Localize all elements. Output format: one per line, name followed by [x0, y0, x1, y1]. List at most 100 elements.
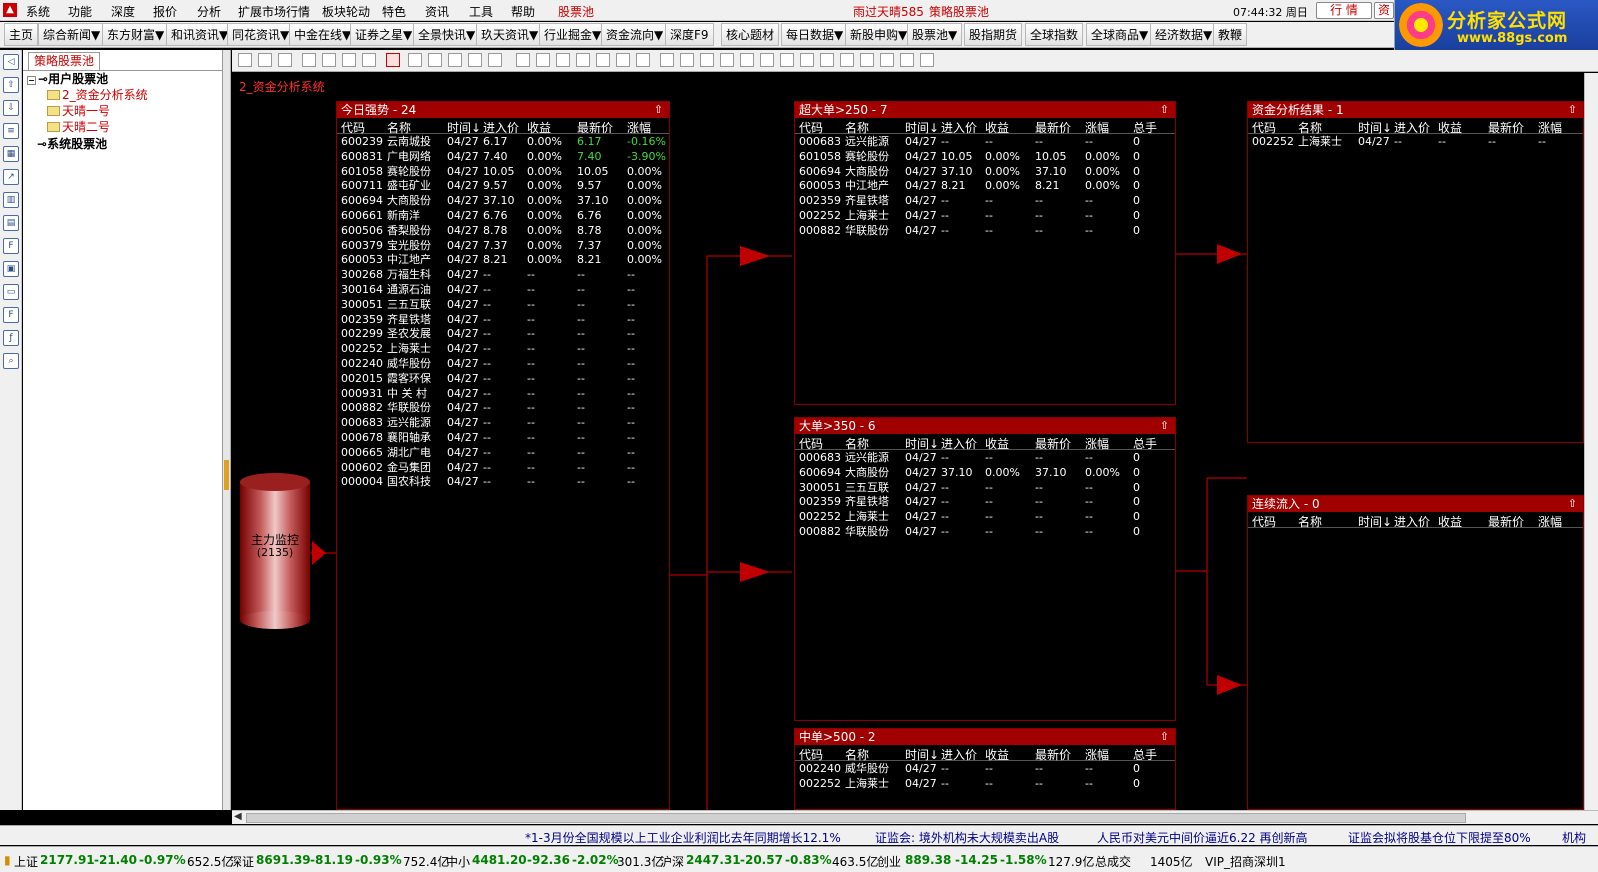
- open-icon[interactable]: [258, 53, 272, 67]
- panel-header[interactable]: 连续流入 - 0 ⇧: [1248, 496, 1583, 512]
- main-monitor-node[interactable]: 主力监控 (2135): [240, 473, 310, 630]
- table-row[interactable]: 002359 齐星铁塔 04/27 -- -- -- -- 0: [795, 494, 1175, 509]
- table-row[interactable]: 300051 三五互联 04/27 -- -- -- --: [337, 297, 669, 312]
- menu-item[interactable]: 分析: [197, 3, 221, 20]
- nav-item[interactable]: 全球指数: [1025, 23, 1084, 46]
- copy-icon[interactable]: [488, 53, 502, 67]
- tree-node-pool-item[interactable]: 天晴一号: [47, 102, 110, 119]
- new-doc-icon[interactable]: [238, 53, 252, 67]
- table-row[interactable]: 000683 远兴能源 04/27 -- -- -- -- 0: [795, 450, 1175, 465]
- table-row[interactable]: 600831 广电网络 04/27 7.40 0.00% 7.40 -3.90%: [337, 149, 669, 164]
- nav-item[interactable]: 综合新闻▼: [38, 23, 106, 46]
- menu-item[interactable]: 特色: [382, 3, 406, 20]
- polygon-tool-icon[interactable]: [636, 53, 650, 67]
- maximize-icon[interactable]: ⇧: [1160, 418, 1169, 434]
- align-icon[interactable]: [900, 53, 914, 67]
- table-row[interactable]: 002359 齐星铁塔 04/27 -- -- -- -- 0: [795, 193, 1175, 208]
- align-icon[interactable]: [700, 53, 714, 67]
- maximize-icon[interactable]: ⇧: [654, 102, 663, 118]
- text-tool-icon[interactable]: [516, 53, 530, 67]
- ticker-item[interactable]: 机构: [1562, 829, 1586, 846]
- line-tool-icon[interactable]: [536, 53, 550, 67]
- search-icon[interactable]: ⌕: [3, 353, 19, 369]
- up-arrow-icon[interactable]: ⇧: [3, 77, 19, 93]
- scroll-left-icon[interactable]: ◀: [234, 811, 242, 822]
- table-row[interactable]: 600711 盛屯矿业 04/27 9.57 0.00% 9.57 0.00%: [337, 178, 669, 193]
- pointer-icon[interactable]: [386, 53, 400, 67]
- align-icon[interactable]: [800, 53, 814, 67]
- table-row[interactable]: 600694 大商股份 04/27 37.10 0.00% 37.10 0.00%: [337, 193, 669, 208]
- nav-item[interactable]: 全景快讯▼: [413, 23, 481, 46]
- column-header[interactable]: 最新价: [1488, 513, 1524, 530]
- back-arrow-icon[interactable]: ◁: [3, 54, 19, 70]
- panel-today-strong[interactable]: 今日强势 - 24 ⇧ 代码 名称 时间↓ 进入价 收益 最新价 涨幅 600239 云南城投 04/…: [336, 101, 670, 810]
- bar-chart-icon[interactable]: ▥: [3, 192, 19, 208]
- shape-icon[interactable]: [448, 53, 462, 67]
- panel-large-order[interactable]: 大单>350 - 6 ⇧ 代码 名称 时间↓ 进入价 收益 最新价 涨幅 总手 000683 远兴能源…: [794, 417, 1176, 721]
- report-icon[interactable]: ▣: [3, 261, 19, 277]
- align-icon[interactable]: [680, 53, 694, 67]
- ticker-item[interactable]: 人民币对美元中间价逼近6.22 再创新高: [1097, 829, 1308, 846]
- align-icon[interactable]: [780, 53, 794, 67]
- nav-item[interactable]: 和讯资讯▼: [166, 23, 234, 46]
- column-header[interactable]: 涨幅: [1538, 513, 1562, 530]
- f10-icon[interactable]: F: [3, 238, 19, 254]
- active-tab-stock-pool[interactable]: 股票池: [558, 3, 594, 20]
- nav-item[interactable]: 经济数据▼: [1150, 23, 1218, 46]
- vertical-scrollbar[interactable]: [1584, 73, 1598, 810]
- panel-header[interactable]: 大单>350 - 6 ⇧: [795, 418, 1175, 434]
- nav-item[interactable]: 证券之星▼: [350, 23, 418, 46]
- nav-item[interactable]: 全球商品▼: [1086, 23, 1154, 46]
- panel-analysis-result[interactable]: 资金分析结果 - 1 ⇧ 代码 名称 时间↓ 进入价 收益 最新价 涨幅 002252 上海莱士 04…: [1247, 101, 1584, 443]
- maximize-icon[interactable]: ⇧: [1160, 102, 1169, 118]
- align-icon[interactable]: [880, 53, 894, 67]
- table-row[interactable]: 000683 远兴能源 04/27 -- -- -- -- 0: [795, 134, 1175, 149]
- tab-strategy-pool[interactable]: 策略股票池: [28, 52, 100, 70]
- horizontal-scrollbar[interactable]: ◀: [232, 810, 1598, 824]
- table-row[interactable]: 002359 齐星铁塔 04/27 -- -- -- --: [337, 312, 669, 327]
- table-row[interactable]: 002299 圣农发展 04/27 -- -- -- --: [337, 326, 669, 341]
- table-row[interactable]: 000602 金马集团 04/27 -- -- -- --: [337, 460, 669, 475]
- nav-item[interactable]: 资金流向▼: [601, 23, 669, 46]
- stop-icon[interactable]: [362, 53, 376, 67]
- menu-item[interactable]: 深度: [111, 3, 135, 20]
- column-header[interactable]: 名称: [1298, 513, 1322, 530]
- panel-splitter[interactable]: [223, 50, 231, 810]
- tree-node-system-pool[interactable]: ⊸系统股票池: [37, 135, 107, 152]
- table-row[interactable]: 000665 湖北广电 04/27 -- -- -- --: [337, 445, 669, 460]
- menu-item[interactable]: 工具: [469, 3, 493, 20]
- save-icon[interactable]: [278, 53, 292, 67]
- align-icon[interactable]: [920, 53, 934, 67]
- menu-item[interactable]: 帮助: [511, 3, 535, 20]
- table-row[interactable]: 000931 中 关 村 04/27 -- -- -- --: [337, 386, 669, 401]
- table-row[interactable]: 600694 大商股份 04/27 37.10 0.00% 37.10 0.00% 0: [795, 465, 1175, 480]
- menu-item[interactable]: 报价: [153, 3, 177, 20]
- nav-item[interactable]: 中金在线▼: [289, 23, 357, 46]
- table-row[interactable]: 000004 国农科技 04/27 -- -- -- --: [337, 474, 669, 489]
- ticker-item[interactable]: 证监会拟将股基仓位下限提至80%: [1348, 829, 1531, 846]
- tree-node-pool-item[interactable]: 2_资金分析系统: [47, 86, 148, 103]
- info-button[interactable]: 资: [1374, 2, 1394, 19]
- maximize-icon[interactable]: ⇧: [1568, 496, 1577, 512]
- panel-header[interactable]: 今日强势 - 24 ⇧: [337, 102, 669, 118]
- rect-tool-icon[interactable]: [556, 53, 570, 67]
- pause-icon[interactable]: [342, 53, 356, 67]
- nav-item[interactable]: 股指期货: [964, 23, 1023, 46]
- maximize-icon[interactable]: ⇧: [1568, 102, 1577, 118]
- index-name[interactable]: 创业: [877, 853, 901, 870]
- index-name[interactable]: 沪深: [660, 853, 684, 870]
- index-name[interactable]: 深证: [230, 853, 254, 870]
- ticker-item[interactable]: 证监会: 境外机构未大规模卖出A股: [875, 829, 1059, 846]
- panel-super-large-order[interactable]: 超大单>250 - 7 ⇧ 代码 名称 时间↓ 进入价 收益 最新价 涨幅 总手 000683 远兴能…: [794, 101, 1176, 405]
- panel-header[interactable]: 超大单>250 - 7 ⇧: [795, 102, 1175, 118]
- shape-icon[interactable]: [428, 53, 442, 67]
- round-rect-icon[interactable]: [576, 53, 590, 67]
- table-row[interactable]: 002252 上海莱士 04/27 -- -- -- --: [1248, 134, 1583, 149]
- table-row[interactable]: 002252 上海莱士 04/27 -- -- -- --: [337, 341, 669, 356]
- nav-item[interactable]: 股票池▼: [907, 23, 963, 46]
- nav-item[interactable]: 每日数据▼: [781, 23, 849, 46]
- shape-icon[interactable]: [408, 53, 422, 67]
- splitter-grip[interactable]: [224, 460, 229, 490]
- table-row[interactable]: 000678 襄阳轴承 04/27 -- -- -- --: [337, 430, 669, 445]
- collapse-icon[interactable]: −: [27, 76, 36, 85]
